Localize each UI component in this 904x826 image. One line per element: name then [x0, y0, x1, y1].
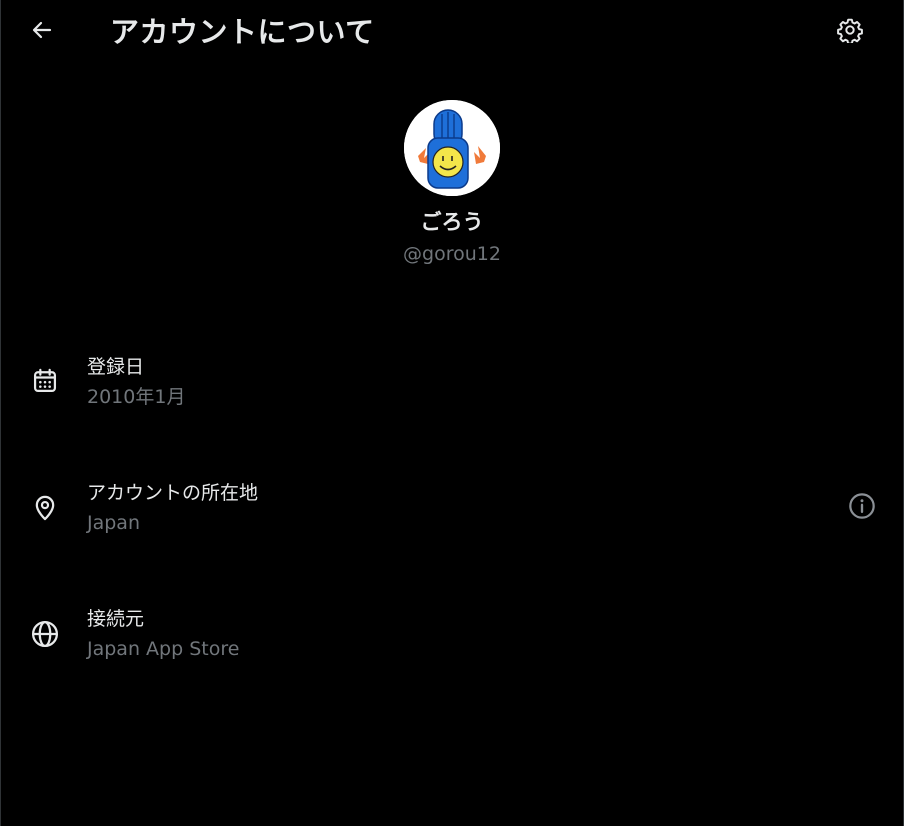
location-pin-icon — [29, 492, 61, 524]
joined-label: 登録日 — [87, 356, 145, 378]
info-icon — [848, 492, 876, 524]
location-value: Japan — [87, 512, 140, 534]
user-handle: @gorou12 — [403, 243, 501, 265]
info-row-location: アカウントの所在地 Japan — [0, 480, 904, 540]
connected-via-value: Japan App Store — [87, 638, 240, 660]
profile-section: ごろう @gorou12 — [0, 100, 904, 266]
back-button[interactable] — [22, 12, 62, 52]
calendar-icon — [29, 365, 61, 397]
arrow-left-icon — [30, 18, 54, 46]
globe-icon — [29, 618, 61, 650]
joined-value: 2010年1月 — [87, 386, 186, 408]
gear-icon — [837, 17, 863, 47]
location-label: アカウントの所在地 — [87, 482, 259, 504]
location-info-button[interactable] — [844, 490, 880, 526]
page-title: アカウントについて — [110, 15, 375, 49]
page-header: アカウントについて — [0, 0, 904, 64]
connected-via-label: 接続元 — [87, 608, 145, 630]
settings-button[interactable] — [830, 12, 870, 52]
info-row-connected-via: 接続元 Japan App Store — [0, 606, 904, 666]
avatar[interactable] — [404, 100, 500, 196]
display-name: ごろう — [420, 210, 484, 234]
info-row-joined: 登録日 2010年1月 — [0, 354, 904, 414]
